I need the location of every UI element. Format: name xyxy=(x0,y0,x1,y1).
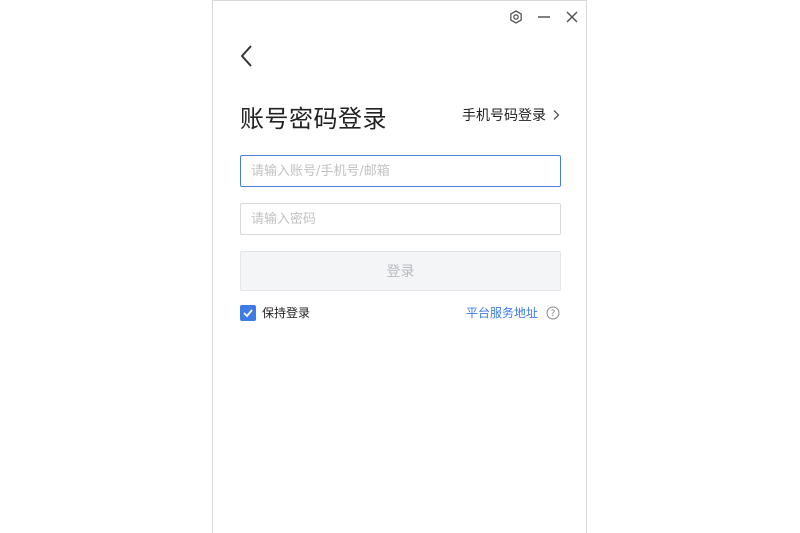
titlebar-controls xyxy=(508,7,580,27)
phone-login-link[interactable]: 手机号码登录 xyxy=(462,105,560,125)
svg-text:?: ? xyxy=(551,309,556,319)
close-icon[interactable] xyxy=(564,9,580,25)
back-button[interactable] xyxy=(237,43,257,69)
checkbox-checked-icon xyxy=(240,304,256,321)
chevron-left-icon xyxy=(241,45,252,67)
login-button[interactable]: 登录 xyxy=(240,251,561,291)
help-icon[interactable]: ? xyxy=(546,306,560,320)
password-input[interactable] xyxy=(240,203,561,235)
account-input[interactable] xyxy=(240,155,561,187)
minimize-icon[interactable] xyxy=(536,9,552,25)
remember-login-checkbox[interactable]: 保持登录 xyxy=(240,304,310,321)
chevron-right-icon xyxy=(553,110,560,120)
page-title: 账号密码登录 xyxy=(240,105,387,133)
remember-login-label: 保持登录 xyxy=(262,306,311,320)
server-address-group: 平台服务地址 ? xyxy=(466,304,560,321)
login-window: 账号密码登录 手机号码登录 登录 保持登录 平台服务地址 ? xyxy=(212,0,587,533)
settings-icon[interactable] xyxy=(508,9,524,25)
phone-login-label: 手机号码登录 xyxy=(462,108,546,124)
server-address-link[interactable]: 平台服务地址 xyxy=(466,304,538,321)
